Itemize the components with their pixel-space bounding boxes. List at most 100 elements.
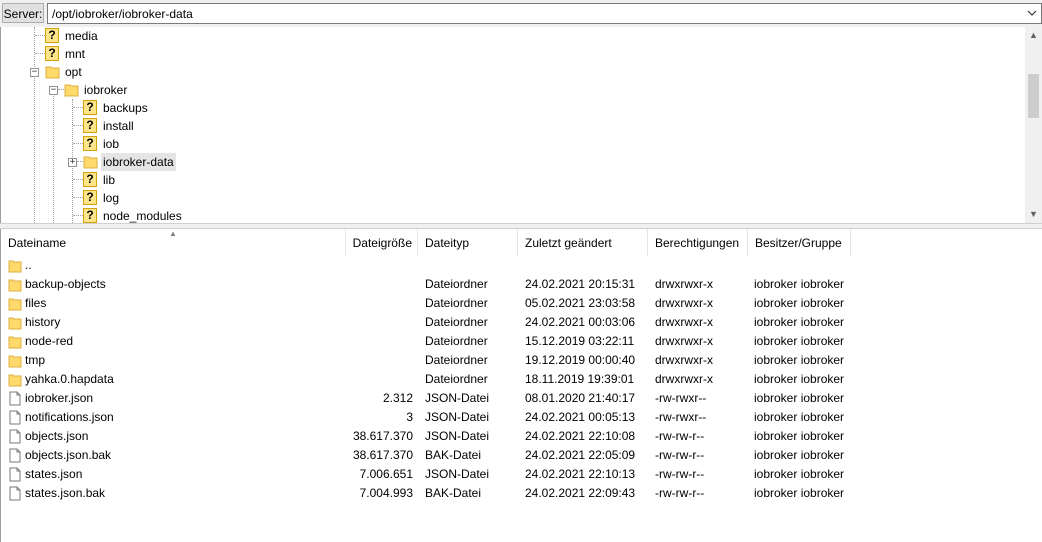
folder-icon	[8, 355, 22, 368]
collapse-icon[interactable]: −	[30, 68, 39, 77]
file-permissions: -rw-rw-r--	[655, 448, 705, 462]
scroll-up-icon[interactable]: ▲	[1025, 27, 1042, 44]
file-permissions: -rw-rwxr--	[655, 410, 707, 424]
file-list-header: ▲ Dateiname Dateigröße Dateityp Zuletzt …	[1, 229, 1042, 256]
file-row[interactable]: objects.json.bak 38.617.370 BAK-Datei 24.02…	[1, 446, 1042, 465]
column-header-owner[interactable]: Besitzer/Gruppe	[748, 229, 851, 256]
tree-item-backups[interactable]: ? backups	[1, 99, 1021, 117]
tree-item-iob[interactable]: ? iob	[1, 135, 1021, 153]
folder-icon	[83, 156, 98, 169]
file-row[interactable]: history Dateiordner 24.02.2021 00:03:06 drw…	[1, 313, 1042, 332]
file-name: states.json	[25, 467, 83, 481]
file-modified: 24.02.2021 22:05:09	[525, 448, 636, 462]
question-folder-icon: ?	[83, 136, 97, 151]
tree-item-mnt[interactable]: ? mnt	[1, 45, 1021, 63]
file-icon	[9, 448, 21, 463]
folder-icon	[64, 84, 79, 97]
question-folder-icon: ?	[83, 100, 97, 115]
file-modified: 08.01.2020 21:40:17	[525, 391, 636, 405]
tree-item-iobroker[interactable]: − iobroker	[1, 81, 1021, 99]
tree-item-log[interactable]: ? log	[1, 189, 1021, 207]
server-path-value[interactable]: /opt/iobroker/iobroker-data	[52, 7, 193, 21]
file-type: JSON-Datei	[425, 467, 490, 481]
file-row[interactable]: backup-objects Dateiordner 24.02.2021 20:1…	[1, 275, 1042, 294]
tree-item-label: lib	[103, 173, 116, 187]
column-header-name[interactable]: Dateiname	[1, 229, 346, 256]
file-row[interactable]: files Dateiordner 05.02.2021 23:03:58 drwxr…	[1, 294, 1042, 313]
file-permissions: -rw-rw-r--	[655, 467, 705, 481]
remote-directory-tree[interactable]: ? media ? mnt − opt − iobroker ? backups…	[0, 27, 1042, 223]
scroll-down-icon[interactable]: ▼	[1025, 206, 1042, 223]
file-row[interactable]: node-red Dateiordner 15.12.2019 03:22:11 dr…	[1, 332, 1042, 351]
file-row[interactable]: yahka.0.hapdata Dateiordner 18.11.2019 19:…	[1, 370, 1042, 389]
question-folder-icon: ?	[83, 190, 97, 205]
file-modified: 24.02.2021 00:03:06	[525, 315, 636, 329]
question-folder-icon: ?	[83, 208, 97, 223]
file-name: ..	[25, 258, 32, 272]
file-icon	[9, 486, 21, 501]
file-modified: 24.02.2021 20:15:31	[525, 277, 636, 291]
remote-file-list[interactable]: ▲ Dateiname Dateigröße Dateityp Zuletzt …	[0, 229, 1042, 542]
tree-item-label: opt	[65, 65, 82, 79]
file-permissions: drwxrwxr-x	[655, 334, 713, 348]
file-modified: 24.02.2021 00:05:13	[525, 410, 636, 424]
file-permissions: -rw-rw-r--	[655, 486, 705, 500]
file-row[interactable]: ..	[1, 256, 1042, 275]
file-row[interactable]: tmp Dateiordner 19.12.2019 00:00:40 drwxrwx…	[1, 351, 1042, 370]
file-name: yahka.0.hapdata	[25, 372, 114, 386]
chevron-down-icon[interactable]	[1025, 6, 1039, 21]
column-header-permissions[interactable]: Berechtigungen	[648, 229, 748, 256]
file-type: Dateiordner	[425, 334, 488, 348]
file-icon	[9, 467, 21, 482]
question-folder-icon: ?	[45, 28, 59, 43]
tree-scrollbar[interactable]: ▲ ▼	[1025, 27, 1042, 223]
file-row[interactable]: states.json.bak 7.004.993 BAK-Datei 24.02.2…	[1, 484, 1042, 503]
file-owner: iobroker iobroker	[754, 410, 845, 424]
file-size: 7.006.651	[359, 467, 413, 481]
server-label-button[interactable]: Server:	[2, 3, 44, 23]
folder-icon	[8, 336, 22, 349]
question-folder-icon: ?	[83, 118, 97, 133]
tree-item-label: iobroker	[84, 83, 128, 97]
file-modified: 15.12.2019 03:22:11	[525, 334, 635, 348]
tree-item-iobroker-data[interactable]: + iobroker-data	[1, 153, 1021, 171]
tree-item-install[interactable]: ? install	[1, 117, 1021, 135]
tree-item-node-modules[interactable]: ? node_modules	[1, 207, 1021, 223]
file-row[interactable]: notifications.json 3 JSON-Datei 24.02.2021 …	[1, 408, 1042, 427]
file-owner: iobroker iobroker	[754, 277, 845, 291]
file-name: objects.json	[25, 429, 89, 443]
file-name: backup-objects	[25, 277, 106, 291]
server-path-input[interactable]: /opt/iobroker/iobroker-data	[47, 3, 1042, 24]
column-header-modified[interactable]: Zuletzt geändert	[518, 229, 648, 256]
file-modified: 24.02.2021 22:09:43	[525, 486, 636, 500]
tree-item-lib[interactable]: ? lib	[1, 171, 1021, 189]
expand-icon[interactable]: +	[68, 158, 77, 167]
file-modified: 18.11.2019 19:39:01	[525, 372, 635, 386]
file-type: Dateiordner	[425, 277, 488, 291]
scrollbar-thumb[interactable]	[1028, 74, 1039, 118]
file-type: JSON-Datei	[425, 391, 490, 405]
column-header-size[interactable]: Dateigröße	[346, 229, 418, 256]
file-row[interactable]: iobroker.json 2.312 JSON-Datei 08.01.2020 2…	[1, 389, 1042, 408]
file-name: files	[25, 296, 47, 310]
file-row[interactable]: states.json 7.006.651 JSON-Datei 24.02.2021…	[1, 465, 1042, 484]
collapse-icon[interactable]: −	[49, 86, 58, 95]
file-size: 2.312	[382, 391, 413, 405]
file-modified: 24.02.2021 22:10:13	[525, 467, 636, 481]
file-owner: iobroker iobroker	[754, 296, 845, 310]
question-folder-icon: ?	[83, 172, 97, 187]
file-owner: iobroker iobroker	[754, 372, 845, 386]
tree-item-opt[interactable]: − opt	[1, 63, 1021, 81]
tree-item-media[interactable]: ? media	[1, 27, 1021, 45]
folder-icon	[45, 66, 60, 79]
file-type: BAK-Datei	[425, 486, 482, 500]
file-type: JSON-Datei	[425, 410, 490, 424]
file-size: 3	[406, 410, 413, 424]
file-owner: iobroker iobroker	[754, 353, 845, 367]
file-name: objects.json.bak	[25, 448, 112, 462]
file-row[interactable]: objects.json 38.617.370 JSON-Datei 24.02.20…	[1, 427, 1042, 446]
column-header-type[interactable]: Dateityp	[418, 229, 518, 256]
file-permissions: drwxrwxr-x	[655, 296, 713, 310]
file-permissions: drwxrwxr-x	[655, 315, 713, 329]
file-permissions: drwxrwxr-x	[655, 372, 713, 386]
